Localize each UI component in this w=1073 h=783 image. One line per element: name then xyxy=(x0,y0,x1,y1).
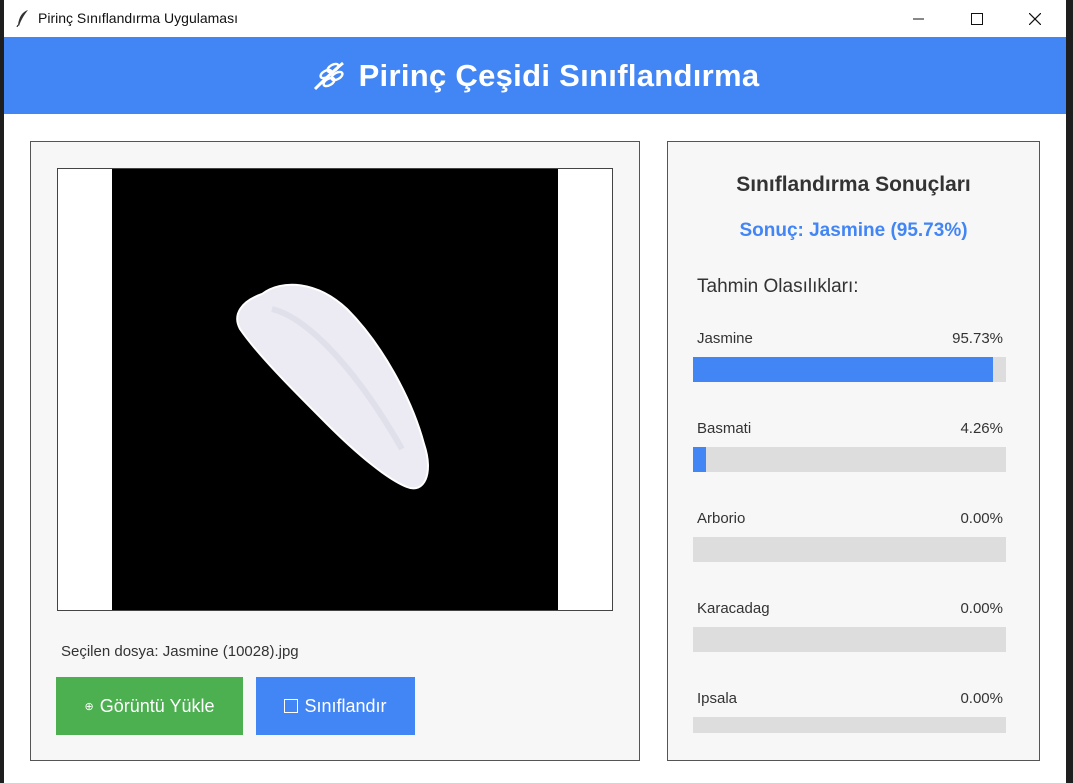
maximize-icon xyxy=(971,12,983,25)
window-title: Pirinç Sınıflandırma Uygulaması xyxy=(38,10,238,26)
result-text: Sonuç: Jasmine (95.73%) xyxy=(739,220,968,241)
class-name: Arborio xyxy=(697,510,746,527)
main-area: Seçilen dosya: Jasmine (10028).jpg ⊕ Gör… xyxy=(4,114,1066,783)
app-header: Pirinç Çeşidi Sınıflandırma xyxy=(4,37,1066,114)
class-name: Jasmine xyxy=(697,330,753,347)
probability-bar-fill xyxy=(693,447,707,472)
results-title: Sınıflandırma Sonuçları xyxy=(736,173,971,196)
title-bar: Pirinç Sınıflandırma Uygulaması xyxy=(4,0,1066,37)
app-window: Pirinç Sınıflandırma Uygulaması Pirinç Ç… xyxy=(4,0,1066,783)
close-icon xyxy=(1029,12,1041,25)
maximize-button[interactable] xyxy=(954,0,1000,37)
probability-bar-track xyxy=(693,717,1006,733)
probability-row: Jasmine 95.73% xyxy=(693,330,1007,390)
close-button[interactable] xyxy=(1012,0,1058,37)
probability-bar-track xyxy=(693,627,1006,652)
probability-bar-fill xyxy=(693,357,993,382)
class-name: Karacadag xyxy=(697,600,770,617)
image-panel: Seçilen dosya: Jasmine (10028).jpg ⊕ Gör… xyxy=(30,141,640,761)
page-title: Pirinç Çeşidi Sınıflandırma xyxy=(358,57,760,93)
selected-file-label: Seçilen dosya: Jasmine (10028).jpg xyxy=(61,643,299,660)
class-probability: 0.00% xyxy=(960,600,1003,617)
image-preview-frame xyxy=(57,168,613,611)
rice-grain-picture xyxy=(112,169,558,610)
rice-stalk-icon xyxy=(313,61,344,90)
background-editor-right-edge xyxy=(1066,0,1073,783)
class-probability: 4.26% xyxy=(960,420,1003,437)
minimize-button[interactable] xyxy=(896,0,942,37)
load-image-button-label: Görüntü Yükle xyxy=(99,695,215,716)
results-panel: Sınıflandırma Sonuçları Sonuç: Jasmine (… xyxy=(667,141,1040,761)
class-probability: 0.00% xyxy=(960,690,1003,707)
probability-bar-track xyxy=(693,357,1006,382)
classify-button[interactable]: Sınıflandır xyxy=(256,677,415,735)
probability-bar-track xyxy=(693,447,1006,472)
classify-button-label: Sınıflandır xyxy=(304,695,387,716)
upload-icon: ⊕ xyxy=(84,700,94,713)
probability-bar-track xyxy=(693,537,1006,562)
probability-row: Arborio 0.00% xyxy=(693,510,1007,570)
class-name: Ipsala xyxy=(697,690,738,707)
load-image-button[interactable]: ⊕ Görüntü Yükle xyxy=(56,677,243,735)
checkbox-square-icon xyxy=(284,699,299,713)
minimize-icon xyxy=(913,18,924,19)
class-probability: 0.00% xyxy=(960,510,1003,527)
probability-row: Karacadag 0.00% xyxy=(693,600,1007,660)
probabilities-heading: Tahmin Olasılıkları: xyxy=(697,276,859,297)
feather-icon xyxy=(16,10,28,27)
class-name: Basmati xyxy=(697,420,752,437)
probability-row: Basmati 4.26% xyxy=(693,420,1007,480)
class-probability: 95.73% xyxy=(952,330,1003,347)
probability-row: Ipsala 0.00% xyxy=(693,690,1007,750)
rice-grain-image xyxy=(112,169,558,610)
